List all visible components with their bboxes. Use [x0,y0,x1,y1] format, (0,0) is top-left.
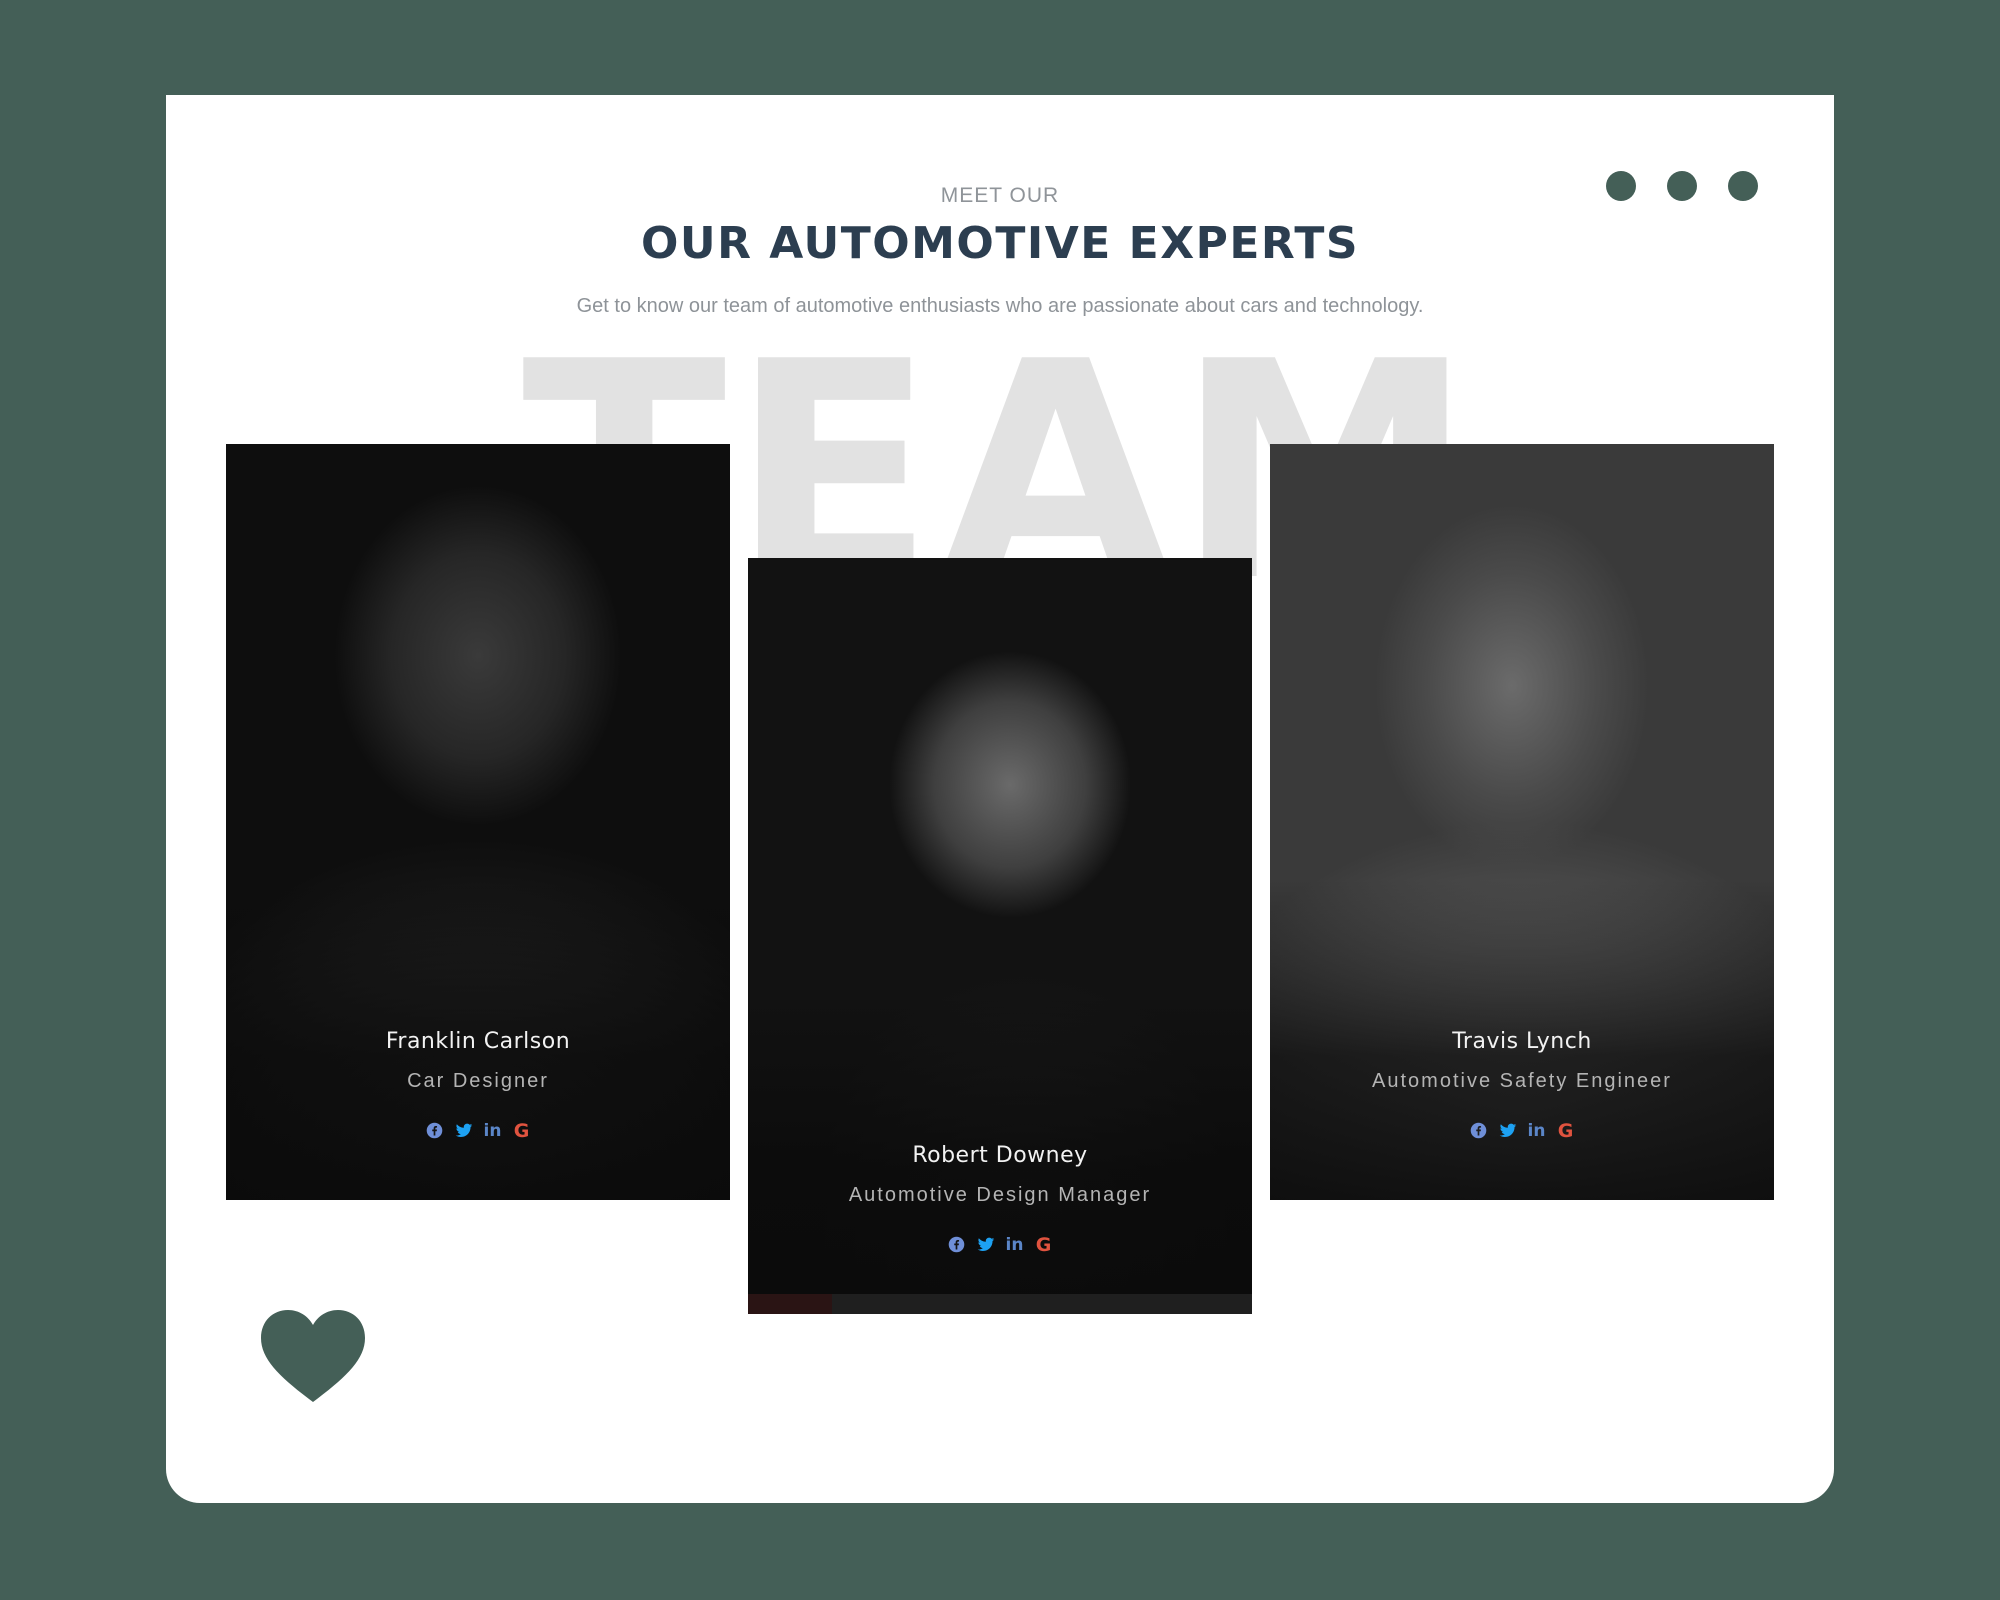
linkedin-icon[interactable]: in [483,1121,502,1141]
team-member-info: Travis Lynch Automotive Safety Engineer … [1270,1029,1774,1142]
team-member-role: Car Designer [407,1070,549,1093]
facebook-icon[interactable] [425,1121,444,1140]
team-card-franklin-carlson[interactable]: Franklin Carlson Car Designer in G [226,444,730,1200]
facebook-icon[interactable] [1469,1121,1488,1140]
section-subtitle: Get to know our team of automotive enthu… [576,295,1424,318]
google-icon[interactable]: G [1556,1120,1575,1142]
team-member-info: Robert Downey Automotive Design Manager … [748,1143,1252,1256]
social-links: in G [1270,1120,1774,1142]
heart-icon [261,1310,365,1402]
social-links: in G [226,1120,730,1142]
social-links: in G [748,1234,1252,1256]
team-member-name: Travis Lynch [1452,1029,1592,1054]
section-title: OUR AUTOMOTIVE EXPERTS [640,218,1360,269]
team-member-name: Robert Downey [912,1143,1088,1168]
card-strip-accent [748,1294,832,1314]
google-icon[interactable]: G [512,1120,531,1142]
linkedin-icon[interactable]: in [1527,1121,1546,1141]
team-card-travis-lynch[interactable]: Travis Lynch Automotive Safety Engineer … [1270,444,1774,1200]
card-bottom-strip [748,1294,1252,1314]
twitter-icon[interactable] [454,1121,473,1140]
linkedin-icon[interactable]: in [1005,1235,1024,1255]
google-icon[interactable]: G [1034,1234,1053,1256]
team-card-robert-downey[interactable]: Robert Downey Automotive Design Manager … [748,558,1252,1314]
facebook-icon[interactable] [947,1235,966,1254]
team-member-role: Automotive Design Manager [848,1184,1152,1207]
section-header: MEET OUR OUR AUTOMOTIVE EXPERTS Get to k… [166,185,1834,318]
twitter-icon[interactable] [1498,1121,1517,1140]
section-eyebrow: MEET OUR [940,184,1060,207]
team-member-name: Franklin Carlson [385,1029,571,1054]
team-member-role: Automotive Safety Engineer [1372,1070,1672,1093]
browser-window: TEAM MEET OUR OUR AUTOMOTIVE EXPERTS Get… [166,95,1834,1503]
twitter-icon[interactable] [976,1235,995,1254]
team-member-info: Franklin Carlson Car Designer in G [226,1029,730,1142]
